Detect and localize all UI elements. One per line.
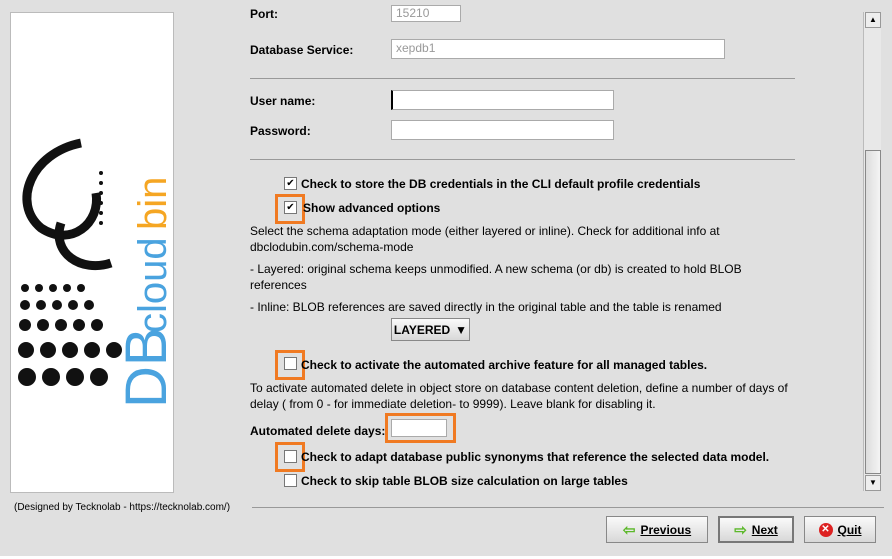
delete-info: To activate automated delete in object s… (250, 381, 788, 411)
service-field[interactable]: xepdb1 (391, 39, 725, 59)
password-label: Password: (250, 124, 311, 138)
schema-info-link: dbclodubin.com/schema-mode (250, 240, 414, 254)
username-field[interactable] (391, 90, 614, 110)
mode-select[interactable]: LAYERED ▼ (391, 318, 470, 341)
store-creds-label: Check to store the DB credentials in the… (301, 177, 701, 191)
logo-cloud-text: cloud (131, 237, 173, 333)
arrow-right-icon: ⇨ (734, 521, 747, 539)
divider (250, 78, 795, 79)
port-label: Port: (250, 7, 278, 21)
scroll-thumb[interactable] (865, 150, 881, 474)
advanced-label: Show advanced options (303, 201, 441, 215)
archive-label: Check to activate the automated archive … (301, 358, 708, 372)
divider (252, 507, 884, 508)
designer-credit: (Designed by Tecknolab - https://tecknol… (14, 502, 231, 513)
skip-blob-label: Check to skip table BLOB size calculatio… (301, 474, 628, 488)
mode-value: LAYERED (393, 322, 451, 337)
chevron-down-icon: ▼ (455, 322, 468, 337)
archive-checkbox[interactable] (284, 357, 297, 370)
vertical-scrollbar[interactable]: ▲ ▼ (863, 12, 881, 491)
scroll-down-icon[interactable]: ▼ (865, 475, 881, 491)
divider (250, 159, 795, 160)
layered-info: - Layered: original schema keeps unmodif… (250, 262, 742, 292)
synonyms-label: Check to adapt database public synonyms … (301, 450, 770, 464)
logo-db-text: DB (114, 327, 173, 408)
quit-button[interactable]: ✕ Quit (804, 516, 876, 543)
dbcloudbin-logo: DB cloud bin (10, 12, 179, 493)
delete-days-label: Automated delete days: (250, 424, 386, 438)
inline-info: - Inline: BLOB references are saved dire… (250, 300, 722, 314)
advanced-checkbox[interactable]: ✔ (284, 201, 297, 214)
previous-button[interactable]: ⇦ Previous (606, 516, 708, 543)
logo-bin-text: bin (131, 177, 173, 230)
synonyms-checkbox[interactable] (284, 450, 297, 463)
quit-label: Quit (837, 522, 862, 537)
delete-days-field[interactable] (391, 419, 447, 437)
next-button[interactable]: ⇨ Next (718, 516, 794, 543)
previous-label: Previous (640, 522, 692, 537)
password-field[interactable] (391, 120, 614, 140)
close-icon: ✕ (818, 522, 833, 537)
username-label: User name: (250, 94, 316, 108)
store-creds-checkbox[interactable]: ✔ (284, 177, 297, 190)
scroll-up-icon[interactable]: ▲ (865, 12, 881, 28)
service-label: Database Service: (250, 43, 354, 57)
port-field[interactable]: 15210 (391, 5, 461, 22)
schema-info-1: Select the schema adaptation mode (eithe… (250, 224, 720, 238)
arrow-left-icon: ⇦ (622, 521, 636, 539)
next-label: Next (751, 522, 778, 537)
skip-blob-checkbox[interactable] (284, 474, 297, 487)
